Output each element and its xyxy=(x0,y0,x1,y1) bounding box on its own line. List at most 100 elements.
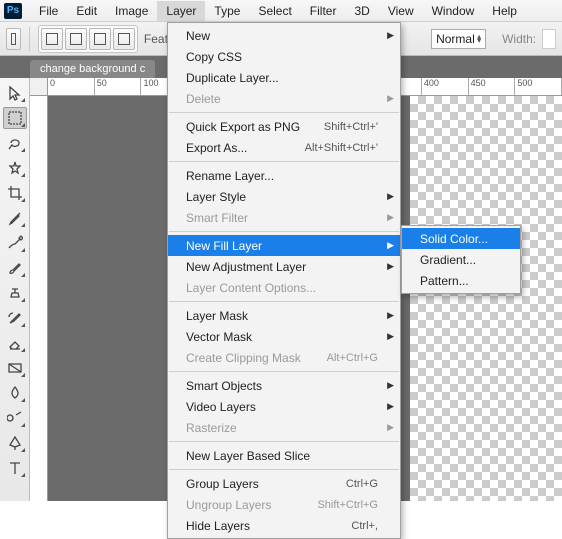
clone-stamp-tool[interactable] xyxy=(3,282,27,304)
healing-brush-tool[interactable] xyxy=(3,232,27,254)
menu-item-label: Delete xyxy=(186,92,221,106)
menu-item-video-layers[interactable]: Video Layers ▶ xyxy=(168,396,400,417)
submenu-arrow-icon: ▶ xyxy=(387,30,394,41)
menu-window[interactable]: Window xyxy=(423,1,484,21)
menu-help[interactable]: Help xyxy=(483,1,526,21)
blur-tool[interactable] xyxy=(3,382,27,404)
menu-item-ungroup-layers: Ungroup LayersShift+Ctrl+G xyxy=(168,494,400,515)
blend-mode-select[interactable]: Normal ▴▾ xyxy=(431,29,486,49)
selection-subtract-button[interactable] xyxy=(89,28,111,50)
menu-separator xyxy=(169,231,399,232)
menu-bar: Ps FileEditImageLayerTypeSelectFilter3DV… xyxy=(0,0,562,22)
marquee-tool[interactable] xyxy=(3,107,27,129)
menu-item-label: Quick Export as PNG xyxy=(186,120,300,134)
menu-item-label: Smart Objects xyxy=(186,379,262,393)
menu-item-label: Export As... xyxy=(186,141,247,155)
menu-item-label: Create Clipping Mask xyxy=(186,351,301,365)
menu-item-new-layer-based-slice[interactable]: New Layer Based Slice xyxy=(168,445,400,466)
submenu-item-label: Pattern... xyxy=(420,274,469,288)
menu-item-layer-style[interactable]: Layer Style▶ xyxy=(168,186,400,207)
menu-file[interactable]: File xyxy=(30,1,67,21)
separator xyxy=(29,27,30,51)
history-brush-tool[interactable] xyxy=(3,307,27,329)
selection-new-button[interactable] xyxy=(41,28,63,50)
menu-image[interactable]: Image xyxy=(106,1,157,21)
document-tab[interactable]: change background c xyxy=(30,60,155,78)
menu-type[interactable]: Type xyxy=(205,1,249,21)
submenu-item-pattern[interactable]: Pattern... xyxy=(402,270,520,291)
menu-item-quick-export-as-png[interactable]: Quick Export as PNGShift+Ctrl+' xyxy=(168,116,400,137)
dodge-tool[interactable] xyxy=(3,407,27,429)
submenu-arrow-icon: ▶ xyxy=(387,401,394,412)
menu-separator xyxy=(169,161,399,162)
menu-item-rename-layer[interactable]: Rename Layer... xyxy=(168,165,400,186)
menu-item-smart-objects[interactable]: Smart Objects▶ xyxy=(168,375,400,396)
menu-layer[interactable]: Layer xyxy=(157,1,205,21)
pen-tool[interactable] xyxy=(3,432,27,454)
menu-item-hide-layers[interactable]: Hide LayersCtrl+, xyxy=(168,515,400,536)
menu-3d[interactable]: 3D xyxy=(345,1,378,21)
magic-wand-tool[interactable] xyxy=(3,157,27,179)
submenu-arrow-icon: ▶ xyxy=(387,261,394,272)
menu-separator xyxy=(169,112,399,113)
tool-palette xyxy=(0,78,30,501)
menu-item-group-layers[interactable]: Group LayersCtrl+G xyxy=(168,473,400,494)
type-tool[interactable] xyxy=(3,457,27,479)
layer-menu: New▶Copy CSS Duplicate Layer... Delete ▶ Qui… xyxy=(167,22,401,539)
menu-item-label: Layer Mask xyxy=(186,309,248,323)
gradient-tool[interactable] xyxy=(3,357,27,379)
submenu-item-solid-color[interactable]: Solid Color... xyxy=(402,228,520,249)
menu-item-export-as[interactable]: Export As... Alt+Shift+Ctrl+' xyxy=(168,137,400,158)
menu-item-layer-content-options: Layer Content Options... xyxy=(168,277,400,298)
menu-item-label: Duplicate Layer... xyxy=(186,71,279,85)
menu-view[interactable]: View xyxy=(379,1,423,21)
menu-item-rasterize: Rasterize▶ xyxy=(168,417,400,438)
canvas-transparency xyxy=(410,96,562,501)
menu-shortcut: Alt+Shift+Ctrl+' xyxy=(305,142,378,154)
ruler-vertical xyxy=(30,96,48,501)
submenu-arrow-icon: ▶ xyxy=(387,93,394,104)
menu-separator xyxy=(169,441,399,442)
menu-item-label: Layer Style xyxy=(186,190,246,204)
dropdown-arrows-icon: ▴▾ xyxy=(477,35,481,43)
move-tool[interactable] xyxy=(3,82,27,104)
ruler-tick: 400 xyxy=(422,78,469,95)
menu-item-new-fill-layer[interactable]: New Fill Layer▶ xyxy=(168,235,400,256)
menu-item-label: New Fill Layer xyxy=(186,239,262,253)
menu-item-new[interactable]: New▶ xyxy=(168,25,400,46)
submenu-arrow-icon: ▶ xyxy=(387,331,394,342)
width-input[interactable] xyxy=(542,29,556,49)
menu-item-vector-mask[interactable]: Vector Mask ▶ xyxy=(168,326,400,347)
selection-intersect-button[interactable] xyxy=(113,28,135,50)
menu-item-delete: Delete ▶ xyxy=(168,88,400,109)
menu-item-copy-css[interactable]: Copy CSS xyxy=(168,46,400,67)
menu-item-label: Hide Layers xyxy=(186,519,250,533)
eyedropper-tool[interactable] xyxy=(3,207,27,229)
eraser-tool[interactable] xyxy=(3,332,27,354)
menu-item-new-adjustment-layer[interactable]: New Adjustment Layer▶ xyxy=(168,256,400,277)
selection-add-button[interactable] xyxy=(65,28,87,50)
menu-item-layer-mask[interactable]: Layer Mask ▶ xyxy=(168,305,400,326)
menu-item-label: Ungroup Layers xyxy=(186,498,271,512)
menu-filter[interactable]: Filter xyxy=(301,1,346,21)
brush-tool[interactable] xyxy=(3,257,27,279)
crop-tool[interactable] xyxy=(3,182,27,204)
app-logo-icon: Ps xyxy=(4,3,22,19)
menu-separator xyxy=(169,371,399,372)
submenu-arrow-icon: ▶ xyxy=(387,212,394,223)
menu-item-duplicate-layer[interactable]: Duplicate Layer... xyxy=(168,67,400,88)
selection-mode-group xyxy=(38,25,138,53)
submenu-arrow-icon: ▶ xyxy=(387,310,394,321)
submenu-item-label: Solid Color... xyxy=(420,232,488,246)
menu-edit[interactable]: Edit xyxy=(67,1,106,21)
new-fill-layer-submenu: Solid Color... Gradient... Pattern... xyxy=(401,225,521,294)
menu-item-label: Smart Filter xyxy=(186,211,248,225)
menu-item-label: Vector Mask xyxy=(186,330,252,344)
submenu-item-gradient[interactable]: Gradient... xyxy=(402,249,520,270)
ruler-tick: 0 xyxy=(48,78,95,95)
menu-item-label: Video Layers xyxy=(186,400,256,414)
menu-select[interactable]: Select xyxy=(249,1,300,21)
submenu-arrow-icon: ▶ xyxy=(387,422,394,433)
tool-preset-button[interactable] xyxy=(6,28,21,50)
lasso-tool[interactable] xyxy=(3,132,27,154)
